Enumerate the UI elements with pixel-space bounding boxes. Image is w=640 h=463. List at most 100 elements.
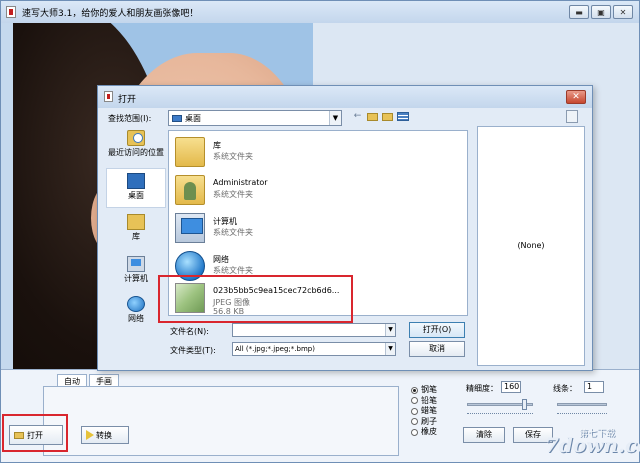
close-button[interactable]: ✕ <box>613 5 633 19</box>
watermark-logo: 第七下载 7down.com <box>531 421 640 461</box>
place-label: 库 <box>132 232 140 241</box>
filetype-label: 文件类型(T): <box>170 346 216 355</box>
nav-toolbar: ← <box>352 111 409 122</box>
place-network[interactable]: 网络 <box>106 296 166 328</box>
computer-icon <box>175 213 205 243</box>
file-type: 系统文件夹 <box>213 190 253 199</box>
close-icon: ✕ <box>572 92 580 102</box>
mode-panel <box>43 386 399 456</box>
radio-icon <box>411 397 418 405</box>
brush-label: 铅笔 <box>421 395 437 405</box>
brush-label: 蜡笔 <box>421 406 437 415</box>
slider-thumb[interactable] <box>522 399 527 410</box>
list-item[interactable]: 计算机 系统文件夹 <box>173 211 453 247</box>
dialog-cancel-button[interactable]: 取消 <box>409 341 465 357</box>
file-name: 库 <box>213 141 221 150</box>
dialog-open-button[interactable]: 打开(O) <box>409 322 465 338</box>
chevron-down-icon[interactable]: ▼ <box>385 324 395 336</box>
chevron-down-icon: ▼ <box>329 111 341 125</box>
look-in-value: 桌面 <box>185 113 201 123</box>
place-computer[interactable]: 计算机 <box>106 256 166 288</box>
brush-option-eraser[interactable]: 橡皮 <box>411 427 437 438</box>
file-type: 系统文件夹 <box>213 152 253 161</box>
filetype-select[interactable]: All (*.jpg;*.jpeg;*.bmp) ▼ <box>232 342 396 356</box>
preview-text: (None) <box>517 241 545 250</box>
place-recent[interactable]: 最近访问的位置 <box>106 130 166 170</box>
brush-option-pencil[interactable]: 铅笔 <box>411 396 437 407</box>
look-in-label: 查找范围(I): <box>108 114 152 123</box>
dialog-close-button[interactable]: ✕ <box>566 90 586 104</box>
place-desktop[interactable]: 桌面 <box>106 168 166 208</box>
maximize-button[interactable]: ▣ <box>591 5 611 19</box>
radio-icon <box>411 428 418 436</box>
minimize-button[interactable]: ▬ <box>569 5 589 19</box>
back-icon[interactable]: ← <box>352 111 363 122</box>
dialog-title: 打开 <box>118 95 137 105</box>
dialog-app-icon <box>104 91 113 102</box>
fineness-label: 精细度： <box>466 384 498 393</box>
lines-slider[interactable] <box>557 403 607 406</box>
list-item[interactable]: 库 系统文件夹 <box>173 135 453 171</box>
app-icon <box>6 6 16 18</box>
look-in-select[interactable]: 桌面 ▼ <box>168 110 342 126</box>
watermark-main: 7down.com <box>545 433 640 457</box>
file-type: 系统文件夹 <box>213 228 253 237</box>
recent-places-icon <box>127 130 145 146</box>
preview-toggle-icon[interactable] <box>566 110 578 123</box>
convert-button-label: 转换 <box>96 430 112 440</box>
computer-icon <box>127 256 145 272</box>
places-bar: 最近访问的位置 桌面 库 计算机 网络 <box>106 130 166 332</box>
play-arrow-icon <box>86 430 94 440</box>
chevron-down-icon: ▼ <box>385 343 395 355</box>
radio-icon <box>411 407 418 415</box>
brush-option-brush[interactable]: 刷子 <box>411 417 437 428</box>
minimize-icon: ▬ <box>575 7 583 17</box>
close-icon: ✕ <box>619 7 627 17</box>
selected-file-highlight <box>158 275 353 323</box>
place-label: 桌面 <box>128 191 144 200</box>
place-libraries[interactable]: 库 <box>106 214 166 246</box>
place-label: 网络 <box>128 314 144 323</box>
file-name: Administrator <box>213 178 268 187</box>
filename-input[interactable]: ▼ <box>232 323 396 337</box>
lines-input[interactable]: 1 <box>584 381 604 393</box>
brush-option-pen[interactable]: 钢笔 <box>411 385 437 396</box>
radio-icon <box>411 386 418 394</box>
filetype-value: All (*.jpg;*.jpeg;*.bmp) <box>235 345 315 353</box>
titlebar[interactable]: 速写大师3.1，给你的爱人和朋友画张像吧！ ▬ ▣ ✕ <box>1 1 639 23</box>
libraries-icon <box>127 214 145 230</box>
brush-label: 橡皮 <box>421 427 437 436</box>
preview-panel: (None) <box>477 126 585 366</box>
slider-ticks <box>557 411 607 414</box>
window-controls: ▬ ▣ ✕ <box>569 5 633 19</box>
desktop-icon <box>127 173 145 189</box>
list-item[interactable]: Administrator 系统文件夹 <box>173 173 453 209</box>
lines-label: 线条： <box>553 384 577 393</box>
filename-label: 文件名(N): <box>170 327 209 336</box>
file-name: 网络 <box>213 255 229 264</box>
maximize-icon: ▣ <box>597 7 605 17</box>
fineness-slider[interactable] <box>467 399 533 410</box>
brush-label: 钢笔 <box>421 385 437 394</box>
up-folder-icon[interactable] <box>367 112 378 121</box>
brush-options: 钢笔 铅笔 蜡笔 刷子 橡皮 <box>411 385 437 438</box>
convert-button[interactable]: 转换 <box>81 426 129 444</box>
new-folder-icon[interactable] <box>382 112 393 121</box>
desktop-icon <box>172 114 182 122</box>
open-file-dialog: 打开 ✕ 查找范围(I): 桌面 ▼ ← 最近访问的位置 桌面 库 计算机 网络… <box>97 85 593 371</box>
brush-option-crayon[interactable]: 蜡笔 <box>411 406 437 417</box>
open-button-highlight <box>2 414 68 452</box>
fineness-input[interactable]: 160 <box>501 381 521 393</box>
user-folder-icon <box>175 175 205 205</box>
brush-label: 刷子 <box>421 416 437 426</box>
dialog-titlebar[interactable]: 打开 ✕ <box>98 86 592 108</box>
file-name: 计算机 <box>213 217 237 226</box>
view-menu-icon[interactable] <box>397 112 409 121</box>
network-icon <box>127 296 145 312</box>
slider-ticks <box>467 411 533 414</box>
place-label: 计算机 <box>124 274 148 283</box>
radio-icon <box>411 418 418 426</box>
library-folder-icon <box>175 137 205 167</box>
place-label: 最近访问的位置 <box>108 148 164 157</box>
clear-button[interactable]: 清除 <box>463 427 505 443</box>
